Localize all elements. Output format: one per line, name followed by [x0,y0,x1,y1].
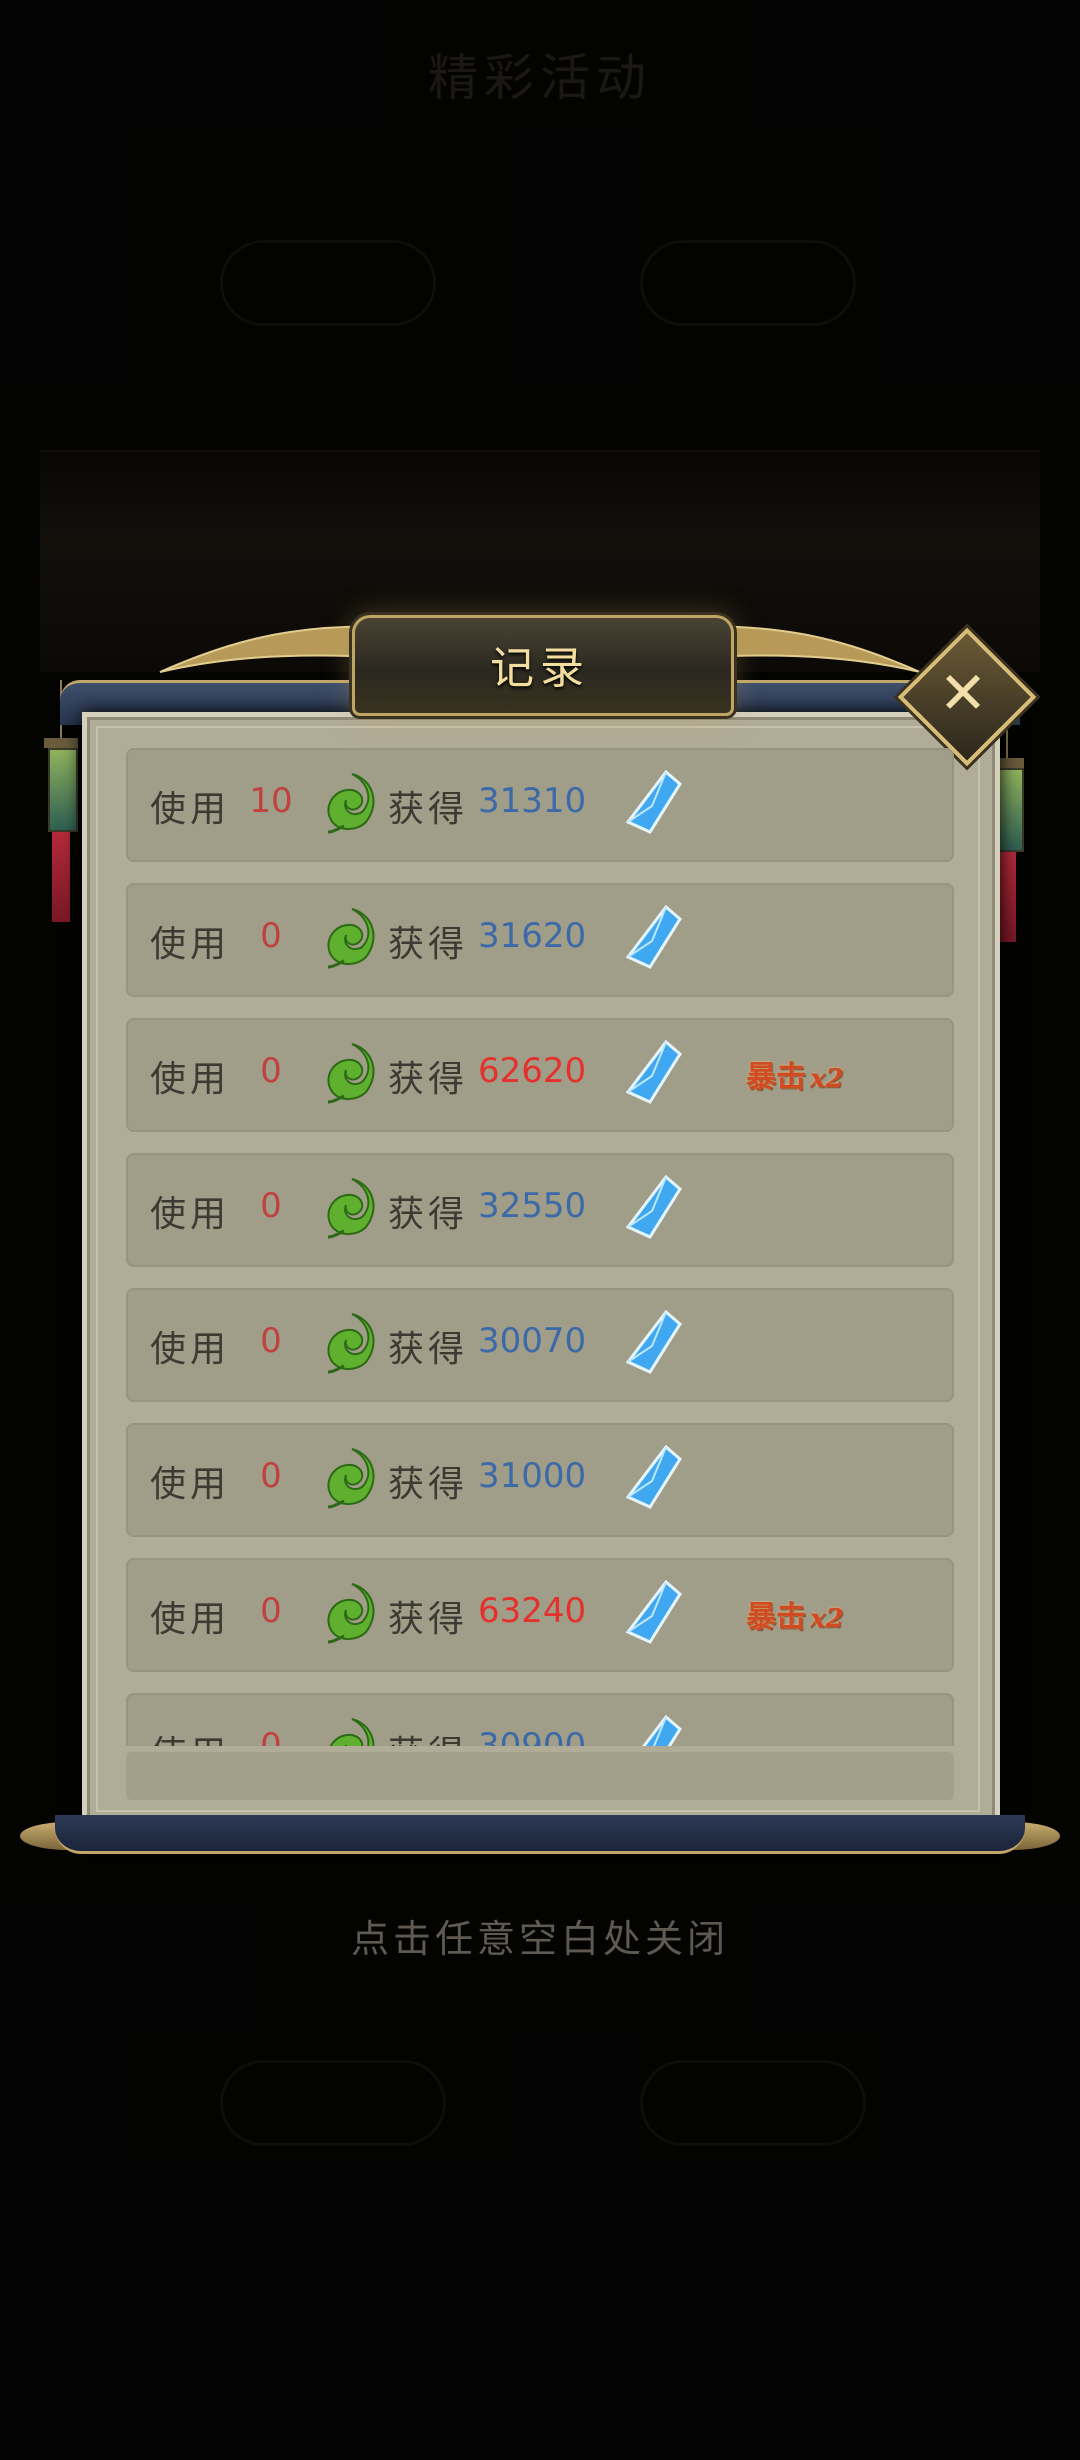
use-label: 使用 [150,1464,231,1505]
get-label: 获得 [388,1194,469,1235]
get-label: 获得 [388,924,469,965]
green-leaf-icon [327,1043,375,1104]
get-label: 获得 [388,1725,468,1746]
use-label: 使用 [150,924,231,965]
get-label: 获得 [388,1329,469,1370]
green-leaf-icon [327,773,375,834]
close-x-icon[interactable]: ✕ [918,648,1008,738]
scroll-paper-bottom [126,1752,954,1800]
green-leaf-icon [327,1583,375,1644]
used-count: 0 [260,1321,282,1361]
gained-amount-crit: 63240 [478,1591,587,1631]
get-label: 获得 [388,1059,469,1100]
blue-crystal-icon [625,1175,682,1239]
crit-label: 暴击 [746,1060,806,1095]
used-count: 0 [260,1726,282,1746]
used-count: 0 [260,1456,282,1496]
green-leaf-icon [327,1313,375,1374]
crit-label: 暴击 [746,1600,806,1635]
record-row: 使用 0 获得 30900 [126,1693,954,1746]
blue-crystal-icon [625,905,682,969]
crit-multiplier: x2 [810,1604,844,1634]
close-hint-text: 点击任意空白处关闭 [350,1917,729,1961]
blue-crystal-icon [642,1715,682,1746]
blue-crystal-icon [625,1310,682,1374]
gained-amount-crit: 62620 [478,1051,587,1091]
used-count: 0 [260,1051,282,1091]
gained-amount: 31620 [478,916,587,956]
crit-multiplier: x2 [810,1064,844,1094]
get-label: 获得 [388,1599,469,1640]
use-label: 使用 [150,1599,231,1640]
record-row: 使用 0 获得 30070 [126,1288,954,1402]
green-leaf-icon [329,1718,375,1746]
record-row: 使用 0 获得 31000 [126,1423,954,1537]
crit-badge: 暴击 x2 [746,1052,844,1096]
gained-amount: 31000 [478,1456,587,1496]
record-row: 使用 0 获得 32550 [126,1153,954,1267]
gained-amount: 32550 [478,1186,587,1226]
used-count: 0 [260,1591,282,1631]
record-row: 使用 0 获得 63240 暴击 x2 [126,1558,954,1672]
record-row: 使用 10 获得 31310 [126,748,954,862]
blue-crystal-icon [625,1040,682,1104]
use-label: 使用 [150,1059,231,1100]
used-count: 10 [249,781,293,821]
record-row: 使用 0 获得 62620 暴击 x2 [126,1018,954,1132]
scroll-bottom-rod [55,1815,1025,1854]
get-label: 获得 [388,789,469,830]
use-label: 使用 [150,1725,230,1746]
record-row: 使用 0 获得 31620 [126,883,954,997]
gained-amount: 30070 [478,1321,587,1361]
used-count: 0 [260,916,282,956]
use-label: 使用 [150,789,231,830]
use-label: 使用 [150,1329,231,1370]
green-leaf-icon [327,1178,375,1239]
blue-crystal-icon [625,1445,682,1509]
gained-amount: 31310 [478,781,587,821]
crit-badge: 暴击 x2 [746,1592,844,1636]
dialog-title: 记录 [490,643,590,694]
blue-crystal-icon [625,770,682,834]
green-leaf-icon [327,1448,375,1509]
green-leaf-icon [327,908,375,969]
blue-crystal-icon [625,1580,682,1644]
used-count: 0 [260,1186,282,1226]
get-label: 获得 [388,1464,469,1505]
use-label: 使用 [150,1194,231,1235]
gained-amount: 30900 [478,1726,587,1746]
records-list[interactable]: 使用 10 获得 31310 使用 0 获得 31620 使用 0 获得 626… [126,748,954,1746]
